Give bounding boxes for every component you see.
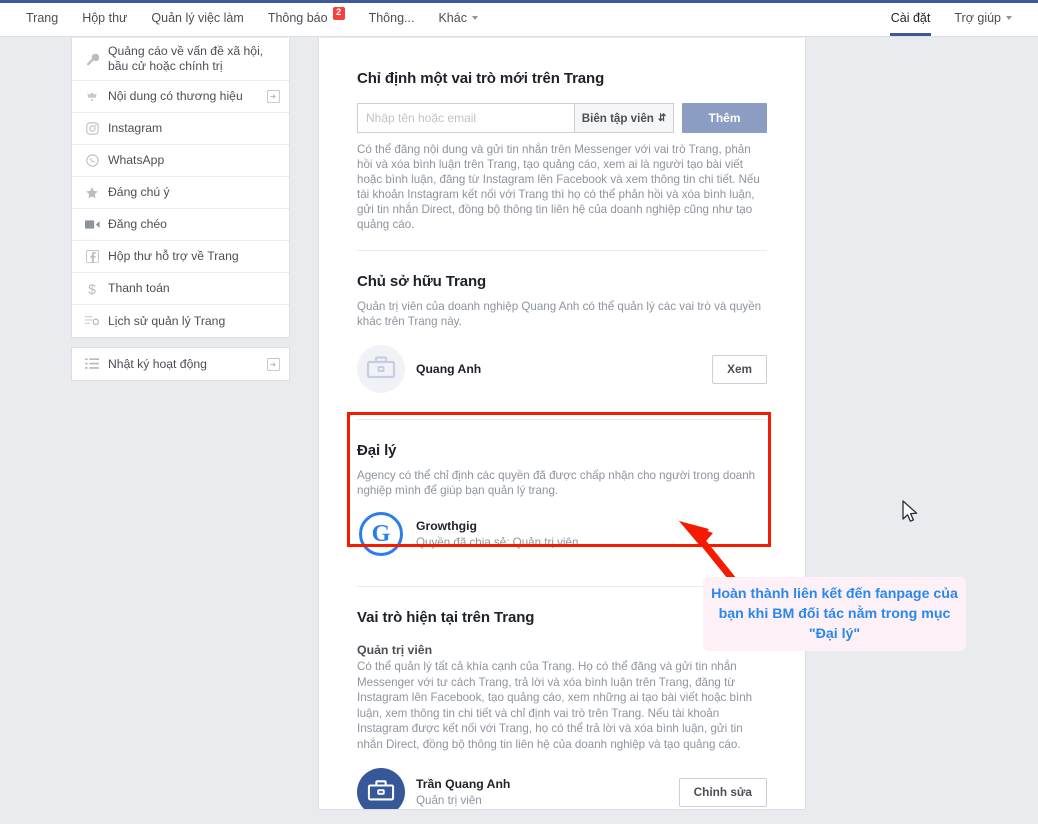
page-owner-section: Chủ sở hữu Trang Quản trị viên của doanh… xyxy=(319,251,805,393)
top-navigation-bar: Trang Hộp thư Quản lý việc làm Thông báo… xyxy=(0,0,1038,37)
nav-item-tro-giup[interactable]: Trợ giúp xyxy=(942,0,1024,36)
nav-item-cai-dat[interactable]: Cài đặt xyxy=(879,0,943,36)
sidebar-item-label: Đăng chéo xyxy=(108,217,167,231)
sidebar-item-label: WhatsApp xyxy=(108,153,165,167)
assign-role-title: Chỉ định một vai trò mới trên Trang xyxy=(357,70,605,87)
page-owner-info: Quang Anh xyxy=(416,362,712,377)
nav-item-trang[interactable]: Trang xyxy=(14,0,70,36)
assign-input-placeholder: Nhập tên hoặc email xyxy=(366,111,477,125)
edit-role-button[interactable]: Chỉnh sửa xyxy=(678,777,767,807)
agency-permission: Quyền đã chia sẻ: Quản trị viên xyxy=(416,535,579,549)
wrench-icon xyxy=(82,51,102,67)
avatar: G xyxy=(357,510,405,558)
agency-row: G Growthgig Quyền đã chia sẻ: Quản trị v… xyxy=(357,510,767,558)
history-gear-icon xyxy=(82,313,102,329)
briefcase-icon xyxy=(366,356,396,379)
agency-section: Đại lý Agency có thể chỉ định các quyền … xyxy=(319,420,805,558)
sidebar-group-primary: Quảng cáo về vấn đề xã hội, bầu cử hoặc … xyxy=(71,38,290,338)
sidebar-item-quang-cao-xa-hoi[interactable]: Quảng cáo về vấn đề xã hội, bầu cử hoặc … xyxy=(72,38,289,81)
view-owner-button[interactable]: Xem xyxy=(712,354,767,384)
primary-nav: Trang Hộp thư Quản lý việc làm Thông báo… xyxy=(14,0,490,36)
sidebar-item-label: Lịch sử quản lý Trang xyxy=(108,313,226,328)
briefcase-icon xyxy=(367,780,395,801)
sidebar-item-dang-cheo[interactable]: Đăng chéo xyxy=(72,209,289,241)
page-owner-title: Chủ sở hữu Trang xyxy=(357,273,487,290)
external-link-icon[interactable] xyxy=(266,90,280,104)
sidebar-item-label: Nội dung có thương hiệu xyxy=(108,89,243,103)
nav-label: Trợ giúp xyxy=(954,11,1001,25)
assign-role-section: Chỉ định một vai trò mới trên Trang Nhập… xyxy=(319,38,805,232)
avatar xyxy=(357,345,405,393)
nav-label: Quản lý việc làm xyxy=(151,11,244,25)
assign-role-form: Nhập tên hoặc email Biên tập viên ⇵ Thêm xyxy=(357,103,767,133)
annotation-callout: Hoàn thành liên kết đến fanpage của bạn … xyxy=(703,577,966,651)
add-role-button[interactable]: Thêm xyxy=(682,103,767,133)
chevron-down-icon xyxy=(1006,16,1012,20)
whatsapp-icon xyxy=(82,153,102,169)
list-icon xyxy=(82,356,102,372)
notification-badge: 2 xyxy=(332,6,345,20)
sidebar-item-label: Nhật ký hoạt động xyxy=(108,356,207,371)
sidebar-item-thanh-toan[interactable]: $ Thanh toán xyxy=(72,273,289,305)
growthgig-logo-icon: G xyxy=(359,512,403,556)
role-description: Có thể quản lý tất cả khía cạnh của Tran… xyxy=(357,660,753,751)
secondary-nav: Cài đặt Trợ giúp xyxy=(879,0,1024,36)
sidebar-item-lich-su-quan-ly[interactable]: Lịch sử quản lý Trang xyxy=(72,305,289,337)
role-person-row: Trần Quang Anh Quản trị viên Chỉnh sửa xyxy=(357,768,767,809)
instagram-icon xyxy=(82,121,102,137)
page-owner-description: Quản trị viên của doanh nghiệp Quang Anh… xyxy=(357,300,762,328)
settings-main-panel: Chỉ định một vai trò mới trên Trang Nhập… xyxy=(318,38,806,810)
sidebar-item-whatsapp[interactable]: WhatsApp xyxy=(72,145,289,177)
role-select-value: Biên tập viên xyxy=(581,111,654,125)
settings-sidebar: Quảng cáo về vấn đề xã hội, bầu cử hoặc … xyxy=(71,38,290,381)
assign-role-description: Có thể đăng nội dung và gửi tin nhắn trê… xyxy=(357,143,760,231)
nav-label: Khác xyxy=(438,11,467,25)
role-person-name: Trần Quang Anh xyxy=(416,776,511,791)
nav-label: Hộp thư xyxy=(82,11,128,25)
sidebar-group-secondary: Nhật ký hoạt động xyxy=(71,347,290,381)
agency-description: Agency có thể chỉ định các quyền đã được… xyxy=(357,469,756,497)
agency-info: Growthgig Quyền đã chia sẻ: Quản trị viê… xyxy=(416,519,767,550)
nav-label: Trang xyxy=(26,11,59,25)
sidebar-item-label: Đáng chú ý xyxy=(108,185,170,199)
nav-item-quan-ly-viec-lam[interactable]: Quản lý việc làm xyxy=(139,0,255,36)
sidebar-item-label: Quảng cáo về vấn đề xã hội, bầu cử hoặc … xyxy=(108,44,264,73)
mouse-cursor xyxy=(902,500,918,522)
page-owner-name: Quang Anh xyxy=(416,361,482,376)
dollar-icon: $ xyxy=(88,280,96,297)
nav-label: Thông... xyxy=(368,11,415,25)
role-person-role: Quản trị viên xyxy=(416,793,482,807)
star-icon xyxy=(82,185,102,201)
external-link-icon[interactable] xyxy=(266,357,280,371)
sidebar-item-dang-chu-y[interactable]: Đáng chú ý xyxy=(72,177,289,209)
page-owner-row: Quang Anh Xem xyxy=(357,345,767,393)
sidebar-item-hop-thu-ho-tro[interactable]: Hộp thư hỗ trợ về Trang xyxy=(72,241,289,273)
role-admin-block: Quản trị viên Có thể quản lý tất cả khía… xyxy=(357,643,767,752)
sidebar-item-nhat-ky-hoat-dong[interactable]: Nhật ký hoạt động xyxy=(72,348,289,380)
sidebar-item-label: Thanh toán xyxy=(108,281,170,295)
sidebar-item-label: Instagram xyxy=(108,121,163,135)
sidebar-item-instagram[interactable]: Instagram xyxy=(72,113,289,145)
nav-item-khac[interactable]: Khác xyxy=(426,0,490,36)
avatar xyxy=(357,768,405,809)
sidebar-item-label: Hộp thư hỗ trợ về Trang xyxy=(108,249,239,263)
agency-name: Growthgig xyxy=(416,518,477,533)
assign-name-email-input[interactable]: Nhập tên hoặc email xyxy=(357,103,574,133)
nav-label: Cài đặt xyxy=(890,11,931,25)
avatar-letter: G xyxy=(371,520,391,547)
chevron-down-icon xyxy=(471,16,478,20)
nav-item-hop-thu[interactable]: Hộp thư xyxy=(70,0,139,36)
role-person-info: Trần Quang Anh Quản trị viên xyxy=(416,777,679,808)
sidebar-item-noi-dung-thuong-hieu[interactable]: Nội dung có thương hiệu xyxy=(72,81,289,113)
video-camera-icon xyxy=(82,217,102,233)
up-down-arrows-icon: ⇵ xyxy=(657,112,667,124)
nav-item-thong-bao[interactable]: Thông báo 2 xyxy=(256,0,357,36)
annotation-text: Hoàn thành liên kết đến fanpage của bạn … xyxy=(711,586,958,642)
nav-label: Thông báo xyxy=(267,11,328,25)
nav-item-thong-tin[interactable]: Thông... xyxy=(357,0,427,36)
facebook-icon xyxy=(82,249,102,265)
role-select-dropdown[interactable]: Biên tập viên ⇵ xyxy=(574,103,674,133)
agency-title: Đại lý xyxy=(357,442,397,459)
branded-content-icon xyxy=(82,89,102,105)
